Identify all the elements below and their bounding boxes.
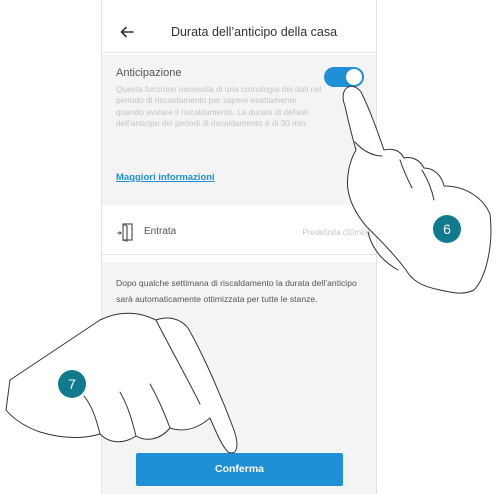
entry-label: Entrata bbox=[144, 226, 177, 237]
arrow-left-icon[interactable] bbox=[118, 23, 136, 41]
anticipation-section: Anticipazione Questa funzione necessita … bbox=[102, 55, 376, 205]
anticipation-description: Questa funzione necessita di una cronolo… bbox=[116, 84, 322, 129]
entry-row[interactable]: Entrata Predefinita (30min) bbox=[102, 210, 376, 255]
anticipation-toggle[interactable] bbox=[324, 67, 364, 87]
confirm-button[interactable]: Conferma bbox=[136, 453, 343, 486]
more-info-link[interactable]: Maggiori informazioni bbox=[116, 172, 215, 183]
app-header: Durata dell’anticipo della casa bbox=[102, 14, 376, 53]
phone-screen: Durata dell’anticipo della casa Anticipa… bbox=[101, 0, 377, 494]
step-badge-7: 7 bbox=[58, 370, 86, 398]
step-badge-6: 6 bbox=[433, 215, 461, 243]
toggle-knob bbox=[346, 69, 362, 85]
page-title: Durata dell’anticipo della casa bbox=[170, 25, 338, 39]
info-section: Dopo qualche settimana di riscaldamento … bbox=[102, 262, 376, 494]
door-icon bbox=[117, 223, 133, 242]
entry-value: Predefinita (30min) bbox=[302, 228, 370, 237]
anticipation-label: Anticipazione bbox=[116, 67, 182, 79]
info-text: Dopo qualche settimana di riscaldamento … bbox=[116, 278, 357, 304]
